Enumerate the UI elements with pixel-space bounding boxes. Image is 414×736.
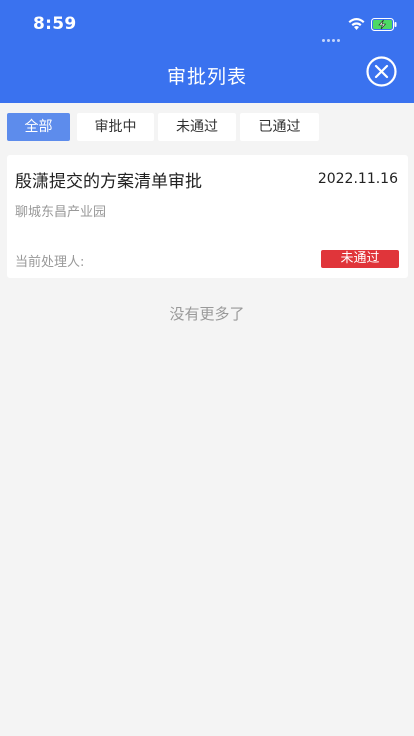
status-badge: 未通过 xyxy=(321,250,399,268)
tab-all[interactable]: 全部 xyxy=(7,113,70,141)
page-title: 审批列表 xyxy=(166,66,247,88)
current-handler-label: 当前处理人: xyxy=(15,255,85,270)
tab-approved[interactable]: 已通过 xyxy=(240,113,319,141)
status-bar: 8:59 xyxy=(0,0,414,50)
app-header: 8:59 审批列表 xyxy=(0,0,414,103)
approval-date: 2022.11.16 xyxy=(317,171,398,187)
approval-location: 聊城东昌产业园 xyxy=(15,205,107,220)
approval-title: 殷潇提交的方案清单审批 xyxy=(15,172,202,192)
tab-rejected[interactable]: 未通过 xyxy=(158,113,236,141)
no-more-text: 没有更多了 xyxy=(169,305,245,323)
battery-charging-icon xyxy=(371,18,397,31)
approval-card[interactable]: 殷潇提交的方案清单审批 2022.11.16 聊城东昌产业园 当前处理人: 未通… xyxy=(7,155,408,278)
wifi-icon xyxy=(348,18,365,30)
status-time: 8:59 xyxy=(33,14,77,34)
tab-pending[interactable]: 审批中 xyxy=(77,113,154,141)
close-icon[interactable] xyxy=(366,56,397,87)
signal-icon xyxy=(322,27,344,42)
